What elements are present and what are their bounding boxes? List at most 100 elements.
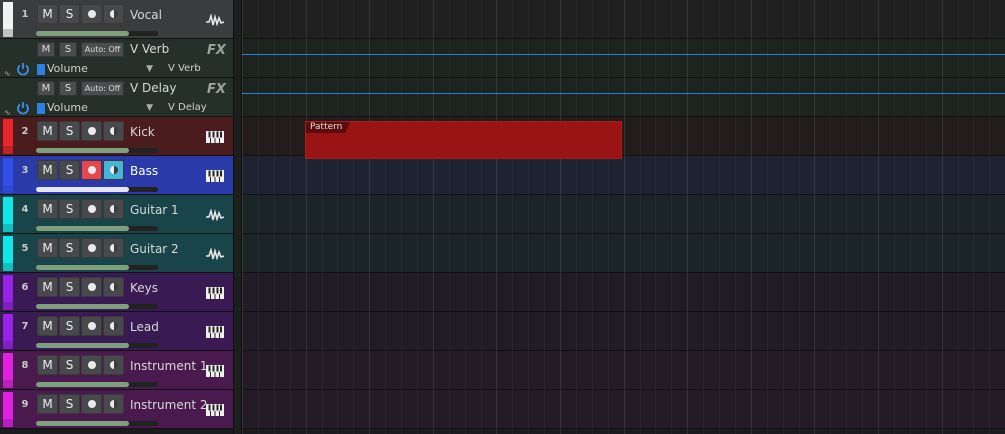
monitor-button[interactable] [103,355,124,375]
monitor-button[interactable] [103,121,124,141]
track-row[interactable]: 1 M S Vocal [0,0,233,39]
track-name[interactable]: Instrument 1 [130,359,207,373]
volume-fader[interactable] [36,187,158,192]
pattern-clip[interactable]: Pattern [305,121,622,159]
track-color-swatch[interactable] [3,236,13,263]
solo-button[interactable]: S [59,199,80,219]
track-color-swatch[interactable] [3,197,13,224]
monitor-button[interactable] [103,238,124,258]
track-name[interactable]: Keys [130,281,158,295]
mute-button[interactable]: M [37,277,58,297]
mute-button[interactable]: M [37,121,58,141]
volume-fader-fill [36,148,129,153]
track-name[interactable]: Lead [130,320,159,334]
mute-button[interactable]: M [37,4,58,24]
grid-line [416,0,418,434]
record-arm-button[interactable] [81,121,102,141]
fx-icon[interactable]: FX [207,43,226,58]
solo-button[interactable]: S [59,42,77,57]
mute-button[interactable]: M [37,316,58,336]
solo-button[interactable]: S [59,316,80,336]
track-color-swatch[interactable] [3,275,13,302]
track-name[interactable]: Guitar 1 [130,203,179,217]
track-row[interactable]: 3 M S Bass [0,156,233,195]
fx-icon[interactable]: FX [207,82,226,97]
mute-button[interactable]: M [37,355,58,375]
monitor-button[interactable] [103,277,124,297]
mute-button[interactable]: M [37,42,55,57]
record-arm-button[interactable] [81,277,102,297]
track-color-swatch[interactable] [3,392,13,419]
record-arm-button[interactable] [81,355,102,375]
automation-parameter-select[interactable]: Volume ▼ [47,61,157,77]
record-arm-button[interactable] [81,238,102,258]
volume-fader[interactable] [36,31,158,36]
record-arm-button[interactable] [81,199,102,219]
mute-button[interactable]: M [37,199,58,219]
track-color-swatch[interactable] [3,119,13,146]
volume-fader[interactable] [36,148,158,153]
record-arm-button[interactable] [81,160,102,180]
monitor-button[interactable] [103,394,124,414]
solo-button[interactable]: S [59,277,80,297]
mute-button[interactable]: M [37,81,55,96]
track-color-swatch[interactable] [3,158,13,185]
arrangement-timeline[interactable]: Pattern [242,0,1005,434]
mute-button[interactable]: M [37,238,58,258]
monitor-button[interactable] [103,199,124,219]
track-row[interactable]: 6 M S Keys [0,273,233,312]
monitor-button[interactable] [103,4,124,24]
fx-channel-name[interactable]: V Verb [130,42,169,56]
volume-fader[interactable] [36,265,158,270]
solo-button[interactable]: S [59,355,80,375]
record-arm-button[interactable] [81,316,102,336]
volume-fader[interactable] [36,421,158,426]
track-row[interactable]: 9 M S Instrument 2 [0,390,233,429]
record-arm-button[interactable] [81,394,102,414]
track-name[interactable]: Instrument 2 [130,398,207,412]
solo-button[interactable]: S [59,238,80,258]
volume-fader[interactable] [36,382,158,387]
solo-button[interactable]: S [59,4,80,24]
solo-button[interactable]: S [59,160,80,180]
pattern-label: Pattern [306,122,351,133]
track-name[interactable]: Guitar 2 [130,242,179,256]
fx-channel-row[interactable]: M S Auto: Off V Delay FX Volume ▼ V Delay ∿ [0,78,233,117]
volume-fader[interactable] [36,304,158,309]
power-icon[interactable] [16,61,30,76]
track-color-swatch[interactable] [3,2,13,29]
solo-button[interactable]: S [59,81,77,96]
track-row[interactable]: 2 M S Kick [0,117,233,156]
automation-mode-button[interactable]: Auto: Off [81,42,124,57]
volume-fader[interactable] [36,226,158,231]
fx-target-label: V Delay [168,102,207,113]
track-color-swatch[interactable] [3,353,13,380]
volume-fader[interactable] [36,343,158,348]
mute-button[interactable]: M [37,394,58,414]
mute-button[interactable]: M [37,160,58,180]
record-arm-button[interactable] [81,4,102,24]
track-name[interactable]: Bass [130,164,158,178]
grid-line [830,0,832,434]
power-icon[interactable] [16,100,30,115]
automation-wave-icon: ∿ [4,108,11,117]
grid-line [528,0,530,434]
track-row[interactable]: 8 M S Instrument 1 [0,351,233,390]
automation-mode-button[interactable]: Auto: Off [81,81,124,96]
track-name[interactable]: Vocal [130,8,162,22]
volume-fader-fill [36,31,129,36]
fx-channel-name[interactable]: V Delay [130,81,176,95]
track-list-splitter[interactable] [233,0,242,434]
track-row[interactable]: 5 M S Guitar 2 [0,234,233,273]
monitor-button[interactable] [103,316,124,336]
automation-parameter-select[interactable]: Volume ▼ [47,100,157,116]
track-color-swatch[interactable] [3,314,13,341]
track-row[interactable]: 7 M S Lead [0,312,233,351]
track-number: 8 [21,360,29,371]
solo-button[interactable]: S [59,121,80,141]
solo-button[interactable]: S [59,394,80,414]
monitor-button[interactable] [103,160,124,180]
track-row[interactable]: 4 M S Guitar 1 [0,195,233,234]
track-name[interactable]: Kick [130,125,155,139]
fx-channel-row[interactable]: M S Auto: Off V Verb FX Volume ▼ V Verb ∿ [0,39,233,78]
